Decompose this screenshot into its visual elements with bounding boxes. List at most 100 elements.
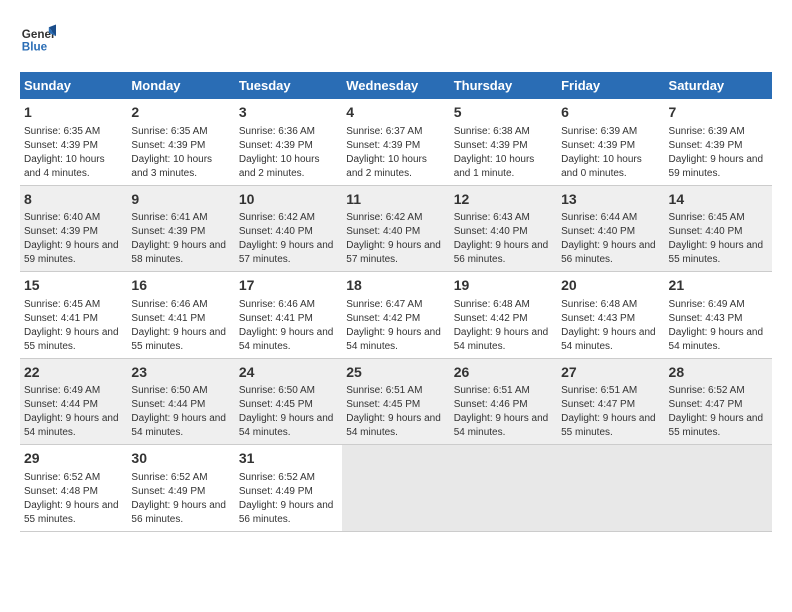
daylight: Daylight: 9 hours and 54 minutes.: [239, 326, 338, 354]
logo: General Blue: [20, 20, 56, 56]
day-info: Sunrise: 6:40 AMSunset: 4:39 PMDaylight:…: [24, 211, 123, 267]
header-wednesday: Wednesday: [342, 72, 449, 99]
sunrise: Sunrise: 6:36 AM: [239, 125, 338, 139]
header-thursday: Thursday: [450, 72, 557, 99]
day-number: 9: [131, 190, 230, 210]
daylight: Daylight: 9 hours and 54 minutes.: [24, 412, 123, 440]
daylight: Daylight: 9 hours and 59 minutes.: [24, 239, 123, 267]
day-info: Sunrise: 6:42 AMSunset: 4:40 PMDaylight:…: [346, 211, 445, 267]
day-info: Sunrise: 6:35 AMSunset: 4:39 PMDaylight:…: [131, 125, 230, 181]
sunrise: Sunrise: 6:47 AM: [346, 298, 445, 312]
sunset: Sunset: 4:47 PM: [561, 398, 660, 412]
sunset: Sunset: 4:41 PM: [24, 312, 123, 326]
week-row-4: 22Sunrise: 6:49 AMSunset: 4:44 PMDayligh…: [20, 358, 772, 445]
day-info: Sunrise: 6:45 AMSunset: 4:41 PMDaylight:…: [24, 298, 123, 354]
day-info: Sunrise: 6:52 AMSunset: 4:49 PMDaylight:…: [131, 471, 230, 527]
sunrise: Sunrise: 6:43 AM: [454, 211, 553, 225]
day-number: 28: [669, 363, 768, 383]
daylight: Daylight: 9 hours and 55 minutes.: [24, 326, 123, 354]
header-saturday: Saturday: [665, 72, 772, 99]
sunrise: Sunrise: 6:45 AM: [24, 298, 123, 312]
sunrise: Sunrise: 6:48 AM: [561, 298, 660, 312]
sunrise: Sunrise: 6:39 AM: [669, 125, 768, 139]
day-number: 7: [669, 103, 768, 123]
day-cell: 30Sunrise: 6:52 AMSunset: 4:49 PMDayligh…: [127, 445, 234, 532]
sunset: Sunset: 4:45 PM: [346, 398, 445, 412]
daylight: Daylight: 9 hours and 55 minutes.: [24, 499, 123, 527]
day-info: Sunrise: 6:48 AMSunset: 4:43 PMDaylight:…: [561, 298, 660, 354]
sunset: Sunset: 4:49 PM: [131, 485, 230, 499]
day-info: Sunrise: 6:51 AMSunset: 4:45 PMDaylight:…: [346, 384, 445, 440]
header-sunday: Sunday: [20, 72, 127, 99]
daylight: Daylight: 9 hours and 54 minutes.: [131, 412, 230, 440]
header: General Blue: [20, 20, 772, 56]
day-number: 6: [561, 103, 660, 123]
day-cell: 22Sunrise: 6:49 AMSunset: 4:44 PMDayligh…: [20, 358, 127, 445]
day-number: 11: [346, 190, 445, 210]
day-number: 21: [669, 276, 768, 296]
day-info: Sunrise: 6:52 AMSunset: 4:47 PMDaylight:…: [669, 384, 768, 440]
day-number: 2: [131, 103, 230, 123]
day-info: Sunrise: 6:44 AMSunset: 4:40 PMDaylight:…: [561, 211, 660, 267]
day-info: Sunrise: 6:46 AMSunset: 4:41 PMDaylight:…: [239, 298, 338, 354]
sunrise: Sunrise: 6:35 AM: [24, 125, 123, 139]
sunset: Sunset: 4:39 PM: [24, 225, 123, 239]
logo-icon: General Blue: [20, 20, 56, 56]
week-row-5: 29Sunrise: 6:52 AMSunset: 4:48 PMDayligh…: [20, 445, 772, 532]
sunrise: Sunrise: 6:51 AM: [346, 384, 445, 398]
sunrise: Sunrise: 6:52 AM: [131, 471, 230, 485]
day-number: 23: [131, 363, 230, 383]
sunrise: Sunrise: 6:45 AM: [669, 211, 768, 225]
daylight: Daylight: 9 hours and 54 minutes.: [454, 326, 553, 354]
day-cell: 16Sunrise: 6:46 AMSunset: 4:41 PMDayligh…: [127, 272, 234, 359]
day-cell: 19Sunrise: 6:48 AMSunset: 4:42 PMDayligh…: [450, 272, 557, 359]
sunset: Sunset: 4:41 PM: [239, 312, 338, 326]
day-cell: 23Sunrise: 6:50 AMSunset: 4:44 PMDayligh…: [127, 358, 234, 445]
day-number: 25: [346, 363, 445, 383]
day-cell: 2Sunrise: 6:35 AMSunset: 4:39 PMDaylight…: [127, 99, 234, 185]
daylight: Daylight: 10 hours and 2 minutes.: [346, 153, 445, 181]
sunset: Sunset: 4:43 PM: [669, 312, 768, 326]
day-info: Sunrise: 6:52 AMSunset: 4:49 PMDaylight:…: [239, 471, 338, 527]
day-number: 13: [561, 190, 660, 210]
day-number: 18: [346, 276, 445, 296]
sunrise: Sunrise: 6:42 AM: [239, 211, 338, 225]
day-cell: 28Sunrise: 6:52 AMSunset: 4:47 PMDayligh…: [665, 358, 772, 445]
day-cell: 31Sunrise: 6:52 AMSunset: 4:49 PMDayligh…: [235, 445, 342, 532]
sunset: Sunset: 4:40 PM: [454, 225, 553, 239]
sunset: Sunset: 4:49 PM: [239, 485, 338, 499]
day-cell: [557, 445, 664, 532]
day-cell: 15Sunrise: 6:45 AMSunset: 4:41 PMDayligh…: [20, 272, 127, 359]
sunset: Sunset: 4:39 PM: [454, 139, 553, 153]
day-number: 30: [131, 449, 230, 469]
day-number: 19: [454, 276, 553, 296]
sunset: Sunset: 4:44 PM: [131, 398, 230, 412]
daylight: Daylight: 9 hours and 55 minutes.: [561, 412, 660, 440]
sunset: Sunset: 4:40 PM: [561, 225, 660, 239]
day-number: 8: [24, 190, 123, 210]
day-info: Sunrise: 6:49 AMSunset: 4:43 PMDaylight:…: [669, 298, 768, 354]
sunrise: Sunrise: 6:49 AM: [669, 298, 768, 312]
day-info: Sunrise: 6:42 AMSunset: 4:40 PMDaylight:…: [239, 211, 338, 267]
day-info: Sunrise: 6:51 AMSunset: 4:47 PMDaylight:…: [561, 384, 660, 440]
day-number: 12: [454, 190, 553, 210]
day-number: 22: [24, 363, 123, 383]
day-cell: 8Sunrise: 6:40 AMSunset: 4:39 PMDaylight…: [20, 185, 127, 272]
sunset: Sunset: 4:39 PM: [131, 139, 230, 153]
day-cell: 21Sunrise: 6:49 AMSunset: 4:43 PMDayligh…: [665, 272, 772, 359]
sunset: Sunset: 4:42 PM: [346, 312, 445, 326]
day-cell: 24Sunrise: 6:50 AMSunset: 4:45 PMDayligh…: [235, 358, 342, 445]
daylight: Daylight: 10 hours and 3 minutes.: [131, 153, 230, 181]
day-cell: 3Sunrise: 6:36 AMSunset: 4:39 PMDaylight…: [235, 99, 342, 185]
day-cell: 10Sunrise: 6:42 AMSunset: 4:40 PMDayligh…: [235, 185, 342, 272]
day-info: Sunrise: 6:41 AMSunset: 4:39 PMDaylight:…: [131, 211, 230, 267]
week-row-1: 1Sunrise: 6:35 AMSunset: 4:39 PMDaylight…: [20, 99, 772, 185]
sunrise: Sunrise: 6:40 AM: [24, 211, 123, 225]
day-cell: 29Sunrise: 6:52 AMSunset: 4:48 PMDayligh…: [20, 445, 127, 532]
daylight: Daylight: 9 hours and 54 minutes.: [454, 412, 553, 440]
sunset: Sunset: 4:39 PM: [346, 139, 445, 153]
sunrise: Sunrise: 6:50 AM: [131, 384, 230, 398]
day-number: 5: [454, 103, 553, 123]
day-info: Sunrise: 6:50 AMSunset: 4:44 PMDaylight:…: [131, 384, 230, 440]
sunrise: Sunrise: 6:51 AM: [561, 384, 660, 398]
